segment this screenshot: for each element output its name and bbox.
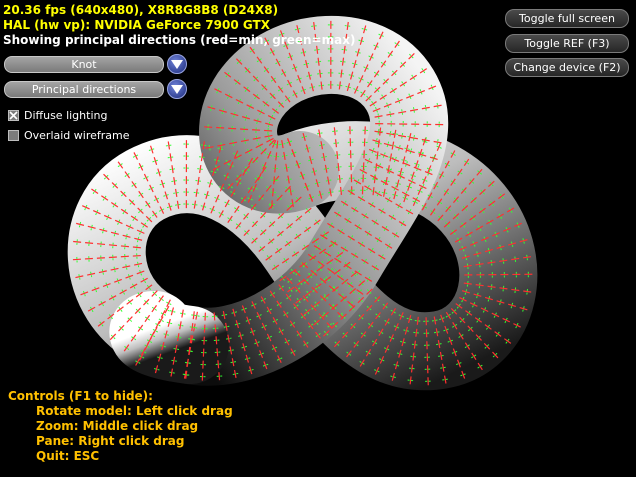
controls-quit: Quit: ESC: [36, 449, 100, 463]
min-direction-mark: [273, 176, 276, 185]
chevron-down-icon: [171, 60, 183, 69]
min-direction-mark: [276, 140, 279, 149]
diffuse-lighting-checkbox[interactable]: [8, 110, 19, 121]
min-direction-mark: [214, 324, 217, 333]
change-device-button[interactable]: Change device (F2): [505, 58, 629, 77]
min-direction-mark: [274, 164, 277, 173]
chevron-down-icon: [171, 85, 183, 94]
model-combo[interactable]: Knot: [4, 56, 164, 73]
controls-zoom: Zoom: Middle click drag: [36, 419, 199, 433]
min-direction-mark: [340, 186, 343, 195]
min-direction-mark: [120, 245, 129, 248]
min-direction-mark: [275, 152, 278, 161]
toggle-ref-button[interactable]: Toggle REF (F3): [505, 34, 629, 53]
fps-readout: 20.36 fps (640x480), X8R8G8B8 (D24X8): [3, 3, 279, 17]
min-direction-mark: [270, 200, 273, 209]
min-direction-mark: [215, 336, 218, 345]
controls-header: Controls (F1 to hide):: [8, 389, 153, 403]
min-direction-mark: [132, 246, 141, 249]
min-direction-mark: [333, 127, 336, 136]
min-direction-mark: [217, 360, 220, 369]
mode-readout: Showing principal directions (red=min, g…: [3, 33, 356, 47]
min-direction-mark: [108, 244, 118, 247]
min-direction-mark: [336, 151, 339, 160]
controls-pane: Pane: Right click drag: [36, 434, 185, 448]
controls-rotate: Rotate model: Left click drag: [36, 404, 233, 418]
device-readout: HAL (hw vp): NVIDIA GeForce 7900 GTX: [3, 18, 270, 32]
toggle-full-screen-button[interactable]: Toggle full screen: [505, 9, 629, 28]
min-direction-mark: [73, 240, 82, 243]
view-combo[interactable]: Principal directions: [4, 81, 164, 98]
min-direction-mark: [213, 312, 216, 321]
min-direction-mark: [272, 188, 274, 197]
overlaid-wireframe-label: Overlaid wireframe: [24, 129, 130, 142]
min-direction-mark: [337, 162, 340, 172]
checkmark-icon: [9, 111, 18, 120]
overlaid-wireframe-checkbox[interactable]: [8, 130, 19, 141]
min-direction-mark: [335, 139, 338, 148]
min-direction-mark: [338, 174, 341, 184]
trefoil-knot: [67, 15, 538, 391]
min-direction-mark: [85, 242, 94, 244]
min-direction-mark: [216, 348, 219, 357]
view-dropdown-button[interactable]: [167, 79, 187, 99]
min-direction-mark: [218, 372, 221, 381]
diffuse-lighting-label: Diffuse lighting: [24, 109, 108, 122]
min-direction-mark: [96, 243, 106, 246]
model-dropdown-button[interactable]: [167, 54, 187, 74]
